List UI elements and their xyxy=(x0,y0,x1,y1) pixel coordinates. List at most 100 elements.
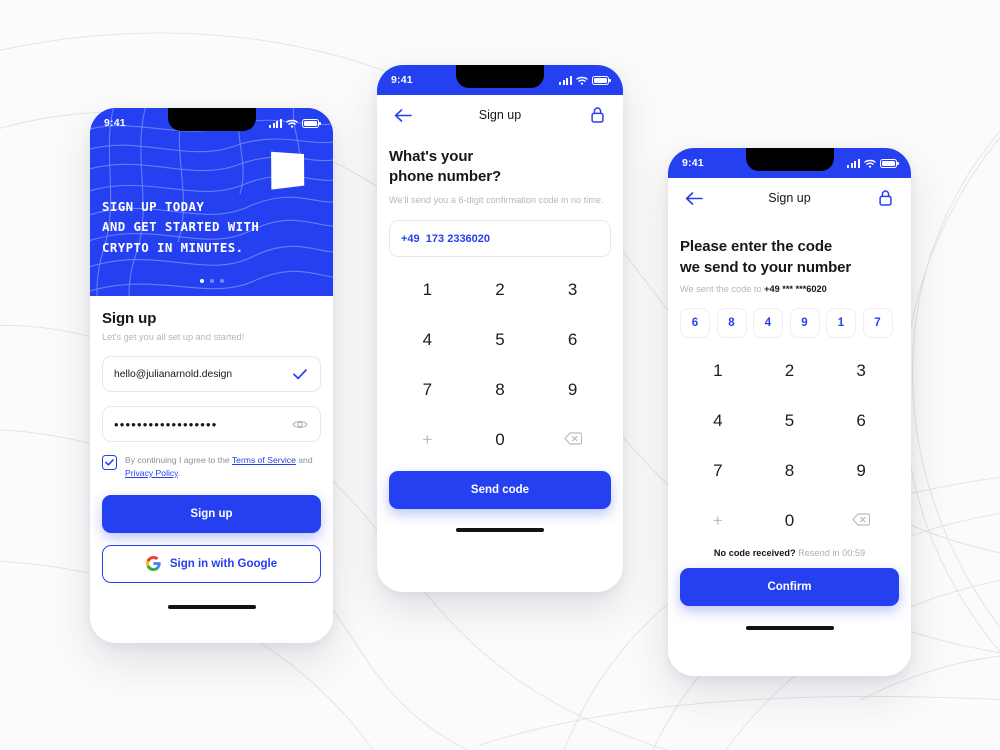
backspace-key[interactable] xyxy=(825,496,897,546)
code-cell-6[interactable]: 7 xyxy=(862,308,893,338)
phone-number-value[interactable]: +49 173 2336020 xyxy=(401,233,599,245)
cellular-bars-icon xyxy=(847,158,860,168)
key-1[interactable]: 1 xyxy=(682,346,754,396)
key-6[interactable]: 6 xyxy=(536,315,609,365)
password-field[interactable]: •••••••••••••••••• xyxy=(102,406,321,442)
consent-row[interactable]: By continuing I agree to the Terms of Se… xyxy=(102,454,321,480)
key-5[interactable]: 5 xyxy=(464,315,537,365)
key-4[interactable]: 4 xyxy=(682,396,754,446)
resend-row[interactable]: No code received? Resend in 00:59 xyxy=(668,548,911,558)
backspace-icon xyxy=(852,511,871,531)
key-5[interactable]: 5 xyxy=(754,396,826,446)
wifi-icon xyxy=(286,119,298,128)
status-bar: 9:41 xyxy=(90,108,333,138)
cellular-bars-icon xyxy=(559,75,572,85)
confirm-button[interactable]: Confirm xyxy=(680,568,899,606)
subtitle-prefix: We sent the code to xyxy=(680,284,765,294)
key-9[interactable]: 9 xyxy=(536,365,609,415)
key-3[interactable]: 3 xyxy=(825,346,897,396)
code-cell-5[interactable]: 1 xyxy=(826,308,856,338)
privacy-policy-link[interactable]: Privacy Policy xyxy=(125,468,178,478)
lock-icon xyxy=(878,190,892,206)
phone-number-section: What's your phone number? We'll send you… xyxy=(377,135,623,258)
numeric-keypad[interactable]: 1 2 3 4 5 6 7 8 9 +0 xyxy=(668,346,911,546)
canvas: ₿ Ł 9:41 xyxy=(0,0,1000,750)
key-2[interactable]: 2 xyxy=(754,346,826,396)
arrow-left-icon xyxy=(394,108,412,122)
eye-icon[interactable] xyxy=(291,419,309,430)
hero-headline-line3: CRYPTO IN MINUTES. xyxy=(102,239,244,255)
key-plus[interactable]: + xyxy=(391,415,464,465)
arrow-left-icon xyxy=(685,191,703,205)
key-6[interactable]: 6 xyxy=(825,396,897,446)
code-cell-1[interactable]: 6 xyxy=(680,308,710,338)
pager-dot-2[interactable] xyxy=(209,279,214,283)
notch xyxy=(456,65,544,88)
page-title: Sign up xyxy=(102,310,157,327)
key-3[interactable]: 3 xyxy=(536,265,609,315)
phone-verification-code-screen: 9:41 Sign up Please enter the code we se… xyxy=(668,148,911,676)
key-7[interactable]: 7 xyxy=(391,365,464,415)
code-cell-3[interactable]: 4 xyxy=(753,308,783,338)
lock-button[interactable] xyxy=(586,104,608,126)
carousel-pager[interactable] xyxy=(199,279,224,283)
email-value[interactable]: hello@julianarnold.design xyxy=(114,369,291,380)
key-0[interactable]: 0 xyxy=(754,496,826,546)
pager-dot-1[interactable] xyxy=(199,279,204,283)
consent-text: By continuing I agree to the Terms of Se… xyxy=(125,454,321,480)
notch xyxy=(745,148,834,171)
numeric-keypad[interactable]: 1 2 3 4 5 6 7 8 9 +0 xyxy=(377,265,623,465)
battery-full-icon xyxy=(302,118,321,128)
status-bar: 9:41 xyxy=(668,148,911,178)
key-7[interactable]: 7 xyxy=(682,446,754,496)
key-9[interactable]: 9 xyxy=(825,446,897,496)
cellular-bars-icon xyxy=(269,118,282,128)
page-subtitle: We'll send you a 6-digit confirmation co… xyxy=(389,194,604,205)
consent-text-before: By continuing I agree to the xyxy=(125,455,232,465)
home-indicator xyxy=(745,626,834,630)
resend-timer: Resend in 00:59 xyxy=(795,548,866,558)
backspace-key[interactable] xyxy=(536,415,609,465)
lock-button[interactable] xyxy=(874,187,896,209)
code-entry-section: Please enter the code we send to your nu… xyxy=(668,218,911,338)
page-title-line2: we send to your number xyxy=(680,259,852,276)
hero-banner: ₿ Ł 9:41 xyxy=(90,108,333,296)
consent-text-middle: and xyxy=(295,455,313,465)
phone-number-input[interactable]: +49 173 2336020 xyxy=(389,220,611,258)
back-button[interactable] xyxy=(683,187,705,209)
key-8[interactable]: 8 xyxy=(464,365,537,415)
key-2[interactable]: 2 xyxy=(464,265,537,315)
lock-icon xyxy=(590,107,604,123)
terms-of-service-link[interactable]: Terms of Service xyxy=(232,455,296,465)
consent-text-after: . xyxy=(177,467,181,478)
wifi-icon xyxy=(864,159,876,168)
nav-title: Sign up xyxy=(478,108,522,122)
backspace-icon xyxy=(563,430,582,450)
phone-phone-number-screen: 9:41 Sign up What's your phone number? W… xyxy=(377,65,623,592)
google-signin-button[interactable]: Sign in with Google xyxy=(102,544,321,583)
email-field[interactable]: hello@julianarnold.design xyxy=(102,356,321,392)
google-g-icon xyxy=(145,556,161,572)
home-indicator xyxy=(167,604,256,609)
key-0[interactable]: 0 xyxy=(464,415,537,465)
signup-button[interactable]: Sign up xyxy=(102,494,321,533)
resend-question: No code received? xyxy=(713,548,796,558)
battery-full-icon xyxy=(880,158,899,168)
code-cell-2[interactable]: 8 xyxy=(716,308,747,338)
key-8[interactable]: 8 xyxy=(754,446,826,496)
code-inputs[interactable]: 684917 xyxy=(680,308,899,338)
send-code-button[interactable]: Send code xyxy=(389,471,611,510)
key-plus[interactable]: + xyxy=(682,496,754,546)
checkbox-checked-icon[interactable] xyxy=(102,455,117,470)
code-cell-4[interactable]: 9 xyxy=(789,308,820,338)
battery-full-icon xyxy=(592,75,611,85)
password-value[interactable]: •••••••••••••••••• xyxy=(114,417,291,432)
notch xyxy=(167,108,256,131)
signup-form: Sign up Let's get you all set up and sta… xyxy=(90,296,333,583)
nav-bar: Sign up xyxy=(668,178,911,218)
status-bar: 9:41 xyxy=(377,65,623,95)
back-button[interactable] xyxy=(392,104,414,126)
key-1[interactable]: 1 xyxy=(391,265,464,315)
pager-dot-3[interactable] xyxy=(219,279,224,283)
key-4[interactable]: 4 xyxy=(391,315,464,365)
